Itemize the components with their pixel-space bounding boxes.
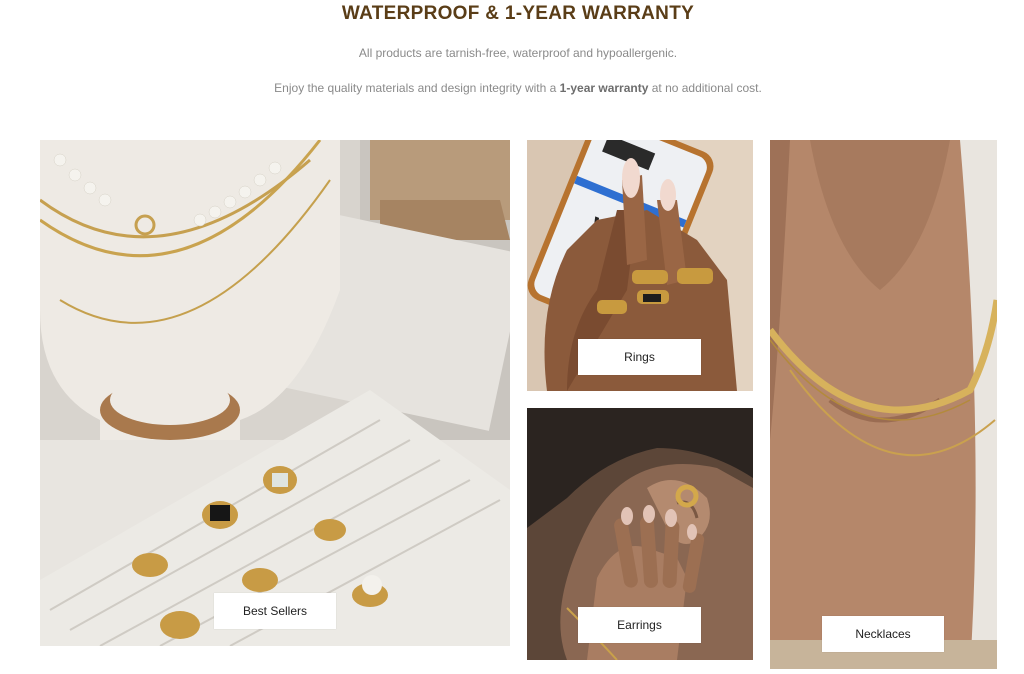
warranty-text-prefix: Enjoy the quality materials and design i… — [274, 81, 560, 95]
section-title: WATERPROOF & 1-YEAR WARRANTY — [341, 3, 695, 24]
necklaces-photo — [770, 140, 997, 669]
necklaces-button[interactable]: Necklaces — [822, 616, 944, 652]
rings-button[interactable]: Rings — [578, 339, 701, 375]
best-sellers-button[interactable]: Best Sellers — [214, 593, 336, 629]
best-sellers-photo — [40, 140, 510, 646]
warranty-text-bold: 1-year warranty — [559, 81, 649, 95]
category-tile-rings[interactable]: W Rings — [527, 140, 753, 391]
category-tile-best-sellers[interactable]: Best Sellers — [40, 140, 510, 646]
category-tile-earrings[interactable]: Earrings — [527, 408, 753, 660]
subtitle-line-1: All products are tarnish-free, waterproo… — [358, 46, 678, 60]
earrings-button[interactable]: Earrings — [578, 607, 701, 643]
subtitle-line-2: Enjoy the quality materials and design i… — [0, 81, 1024, 95]
category-tile-necklaces[interactable]: Necklaces — [770, 140, 997, 669]
warranty-text-suffix: at no additional cost. — [648, 81, 762, 95]
